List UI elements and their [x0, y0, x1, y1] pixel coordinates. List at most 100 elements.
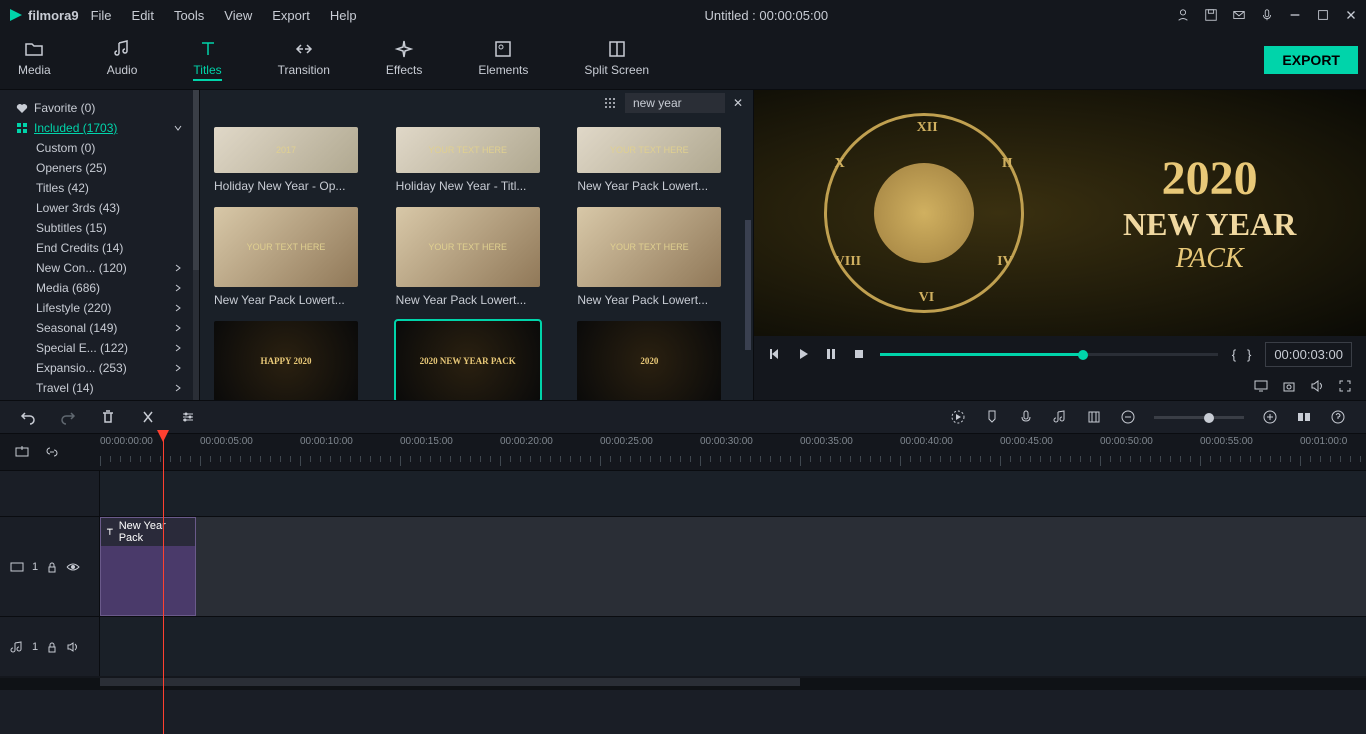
playhead[interactable] — [163, 434, 164, 734]
browser-scrollbar[interactable] — [745, 120, 751, 390]
sidebar-category[interactable]: Openers (25) — [0, 158, 199, 178]
sidebar-scrollbar[interactable] — [193, 90, 199, 400]
chevron-right-icon — [173, 343, 183, 353]
clear-search-icon[interactable]: ✕ — [733, 96, 743, 110]
tab-elements[interactable]: Elements — [470, 35, 536, 85]
redo-icon[interactable] — [60, 409, 76, 425]
timeline-ruler[interactable]: 00:00:00:0000:00:05:0000:00:10:0000:00:1… — [100, 434, 1366, 470]
asset-thumb[interactable]: YOUR TEXT HERENew Year Pack Lowert... — [214, 207, 376, 307]
ruler-mark: 00:00:40:00 — [900, 436, 953, 447]
asset-thumb[interactable]: YOUR TEXT HERENew Year Pack Lowert... — [577, 127, 739, 193]
menu-tools[interactable]: Tools — [174, 8, 204, 23]
asset-thumb[interactable]: YOUR TEXT HERENew Year Pack Lowert... — [577, 207, 739, 307]
fullscreen-icon[interactable] — [1338, 379, 1352, 393]
tab-transition[interactable]: Transition — [270, 35, 338, 85]
lock-icon[interactable] — [46, 561, 58, 573]
tab-effects[interactable]: Effects — [378, 35, 430, 85]
undo-icon[interactable] — [20, 409, 36, 425]
ruler-mark: 00:00:10:00 — [300, 436, 353, 447]
grid-small-icon — [16, 122, 28, 134]
asset-thumb[interactable]: YOUR TEXT HEREHoliday New Year - Titl... — [396, 127, 558, 193]
tab-audio[interactable]: Audio — [99, 35, 146, 85]
export-button[interactable]: EXPORT — [1264, 46, 1358, 74]
marker-icon[interactable] — [984, 409, 1000, 425]
timeline-toolbar — [0, 400, 1366, 434]
sidebar-included[interactable]: Included (1703) — [0, 118, 199, 138]
track-body[interactable] — [100, 471, 1366, 516]
zoom-in-icon[interactable] — [1262, 409, 1278, 425]
adjust-icon[interactable] — [180, 409, 196, 425]
lock-icon[interactable] — [46, 641, 58, 653]
render-icon[interactable] — [950, 409, 966, 425]
sidebar-category[interactable]: Special E... (122) — [0, 338, 199, 358]
maximize-icon[interactable] — [1316, 8, 1330, 22]
display-settings-icon[interactable] — [1254, 379, 1268, 393]
preview-year: 2020 — [1123, 151, 1296, 206]
volume-icon[interactable] — [1310, 379, 1324, 393]
delete-icon[interactable] — [100, 409, 116, 425]
link-icon[interactable] — [44, 444, 60, 460]
snapshot-icon[interactable] — [1282, 379, 1296, 393]
sidebar-category[interactable]: Subtitles (15) — [0, 218, 199, 238]
menu-export[interactable]: Export — [272, 8, 310, 23]
player-controls: { } 00:00:03:00 — [754, 336, 1366, 372]
asset-thumb[interactable]: HAPPY 2020 — [214, 321, 376, 400]
menu-view[interactable]: View — [224, 8, 252, 23]
tab-splitscreen[interactable]: Split Screen — [576, 35, 657, 85]
progress-bar[interactable] — [880, 353, 1218, 356]
filmora-icon — [8, 7, 24, 23]
asset-thumb[interactable]: 2017Holiday New Year - Op... — [214, 127, 376, 193]
menu-edit[interactable]: Edit — [132, 8, 154, 23]
play-icon[interactable] — [796, 347, 810, 361]
add-track-icon[interactable] — [14, 444, 30, 460]
asset-thumb[interactable]: YOUR TEXT HERENew Year Pack Lowert... — [396, 207, 558, 307]
eye-icon[interactable] — [66, 561, 80, 573]
zoom-out-icon[interactable] — [1120, 409, 1136, 425]
split-icon[interactable] — [140, 409, 156, 425]
save-icon[interactable] — [1204, 8, 1218, 22]
help-icon[interactable] — [1330, 409, 1346, 425]
sidebar-favorite[interactable]: Favorite (0) — [0, 98, 199, 118]
sidebar-category[interactable]: Lower 3rds (43) — [0, 198, 199, 218]
sidebar-category[interactable]: Expansio... (253) — [0, 358, 199, 378]
zoom-fit-icon[interactable] — [1296, 409, 1312, 425]
crop-icon[interactable] — [1086, 409, 1102, 425]
asset-thumb[interactable]: 2020 — [577, 321, 739, 400]
prev-frame-icon[interactable] — [768, 347, 782, 361]
tab-titles[interactable]: Titles — [185, 35, 229, 85]
timeline-scrollbar[interactable] — [0, 678, 1366, 690]
sidebar-category[interactable]: Seasonal (149) — [0, 318, 199, 338]
timeline-clip[interactable]: New Year Pack — [100, 517, 196, 616]
pause-icon[interactable] — [824, 347, 838, 361]
sidebar-category[interactable]: New Con... (120) — [0, 258, 199, 278]
menu-help[interactable]: Help — [330, 8, 357, 23]
mail-icon[interactable] — [1232, 8, 1246, 22]
ruler-mark: 00:00:45:00 — [1000, 436, 1053, 447]
clock-graphic: XII II IV VI VIII X — [824, 113, 1024, 313]
grid-view-icon[interactable] — [603, 96, 617, 110]
sidebar-category[interactable]: Titles (42) — [0, 178, 199, 198]
minimize-icon[interactable] — [1288, 8, 1302, 22]
speaker-icon[interactable] — [66, 641, 80, 653]
zoom-slider[interactable] — [1154, 416, 1244, 419]
menu-file[interactable]: File — [91, 8, 112, 23]
thumb-label: Holiday New Year - Op... — [214, 179, 376, 193]
sidebar-category[interactable]: Media (686) — [0, 278, 199, 298]
sidebar-category[interactable]: Lifestyle (220) — [0, 298, 199, 318]
mic-icon[interactable] — [1260, 8, 1274, 22]
markers-icon[interactable]: { } — [1232, 347, 1252, 362]
sidebar-category[interactable]: End Credits (14) — [0, 238, 199, 258]
track-body[interactable] — [100, 617, 1366, 676]
account-icon[interactable] — [1176, 8, 1190, 22]
stop-icon[interactable] — [852, 347, 866, 361]
sidebar-category[interactable]: Custom (0) — [0, 138, 199, 158]
mixer-icon[interactable] — [1052, 409, 1068, 425]
sidebar-category[interactable]: Travel (14) — [0, 378, 199, 398]
search-input[interactable] — [625, 93, 725, 113]
asset-thumb[interactable]: 2020 NEW YEAR PACK — [396, 321, 558, 400]
record-vo-icon[interactable] — [1018, 409, 1034, 425]
sidebar-filmstocks[interactable]: Filmstocks — [0, 398, 199, 400]
close-icon[interactable] — [1344, 8, 1358, 22]
tab-media[interactable]: Media — [10, 35, 59, 85]
track-body[interactable]: New Year Pack — [100, 517, 1366, 616]
